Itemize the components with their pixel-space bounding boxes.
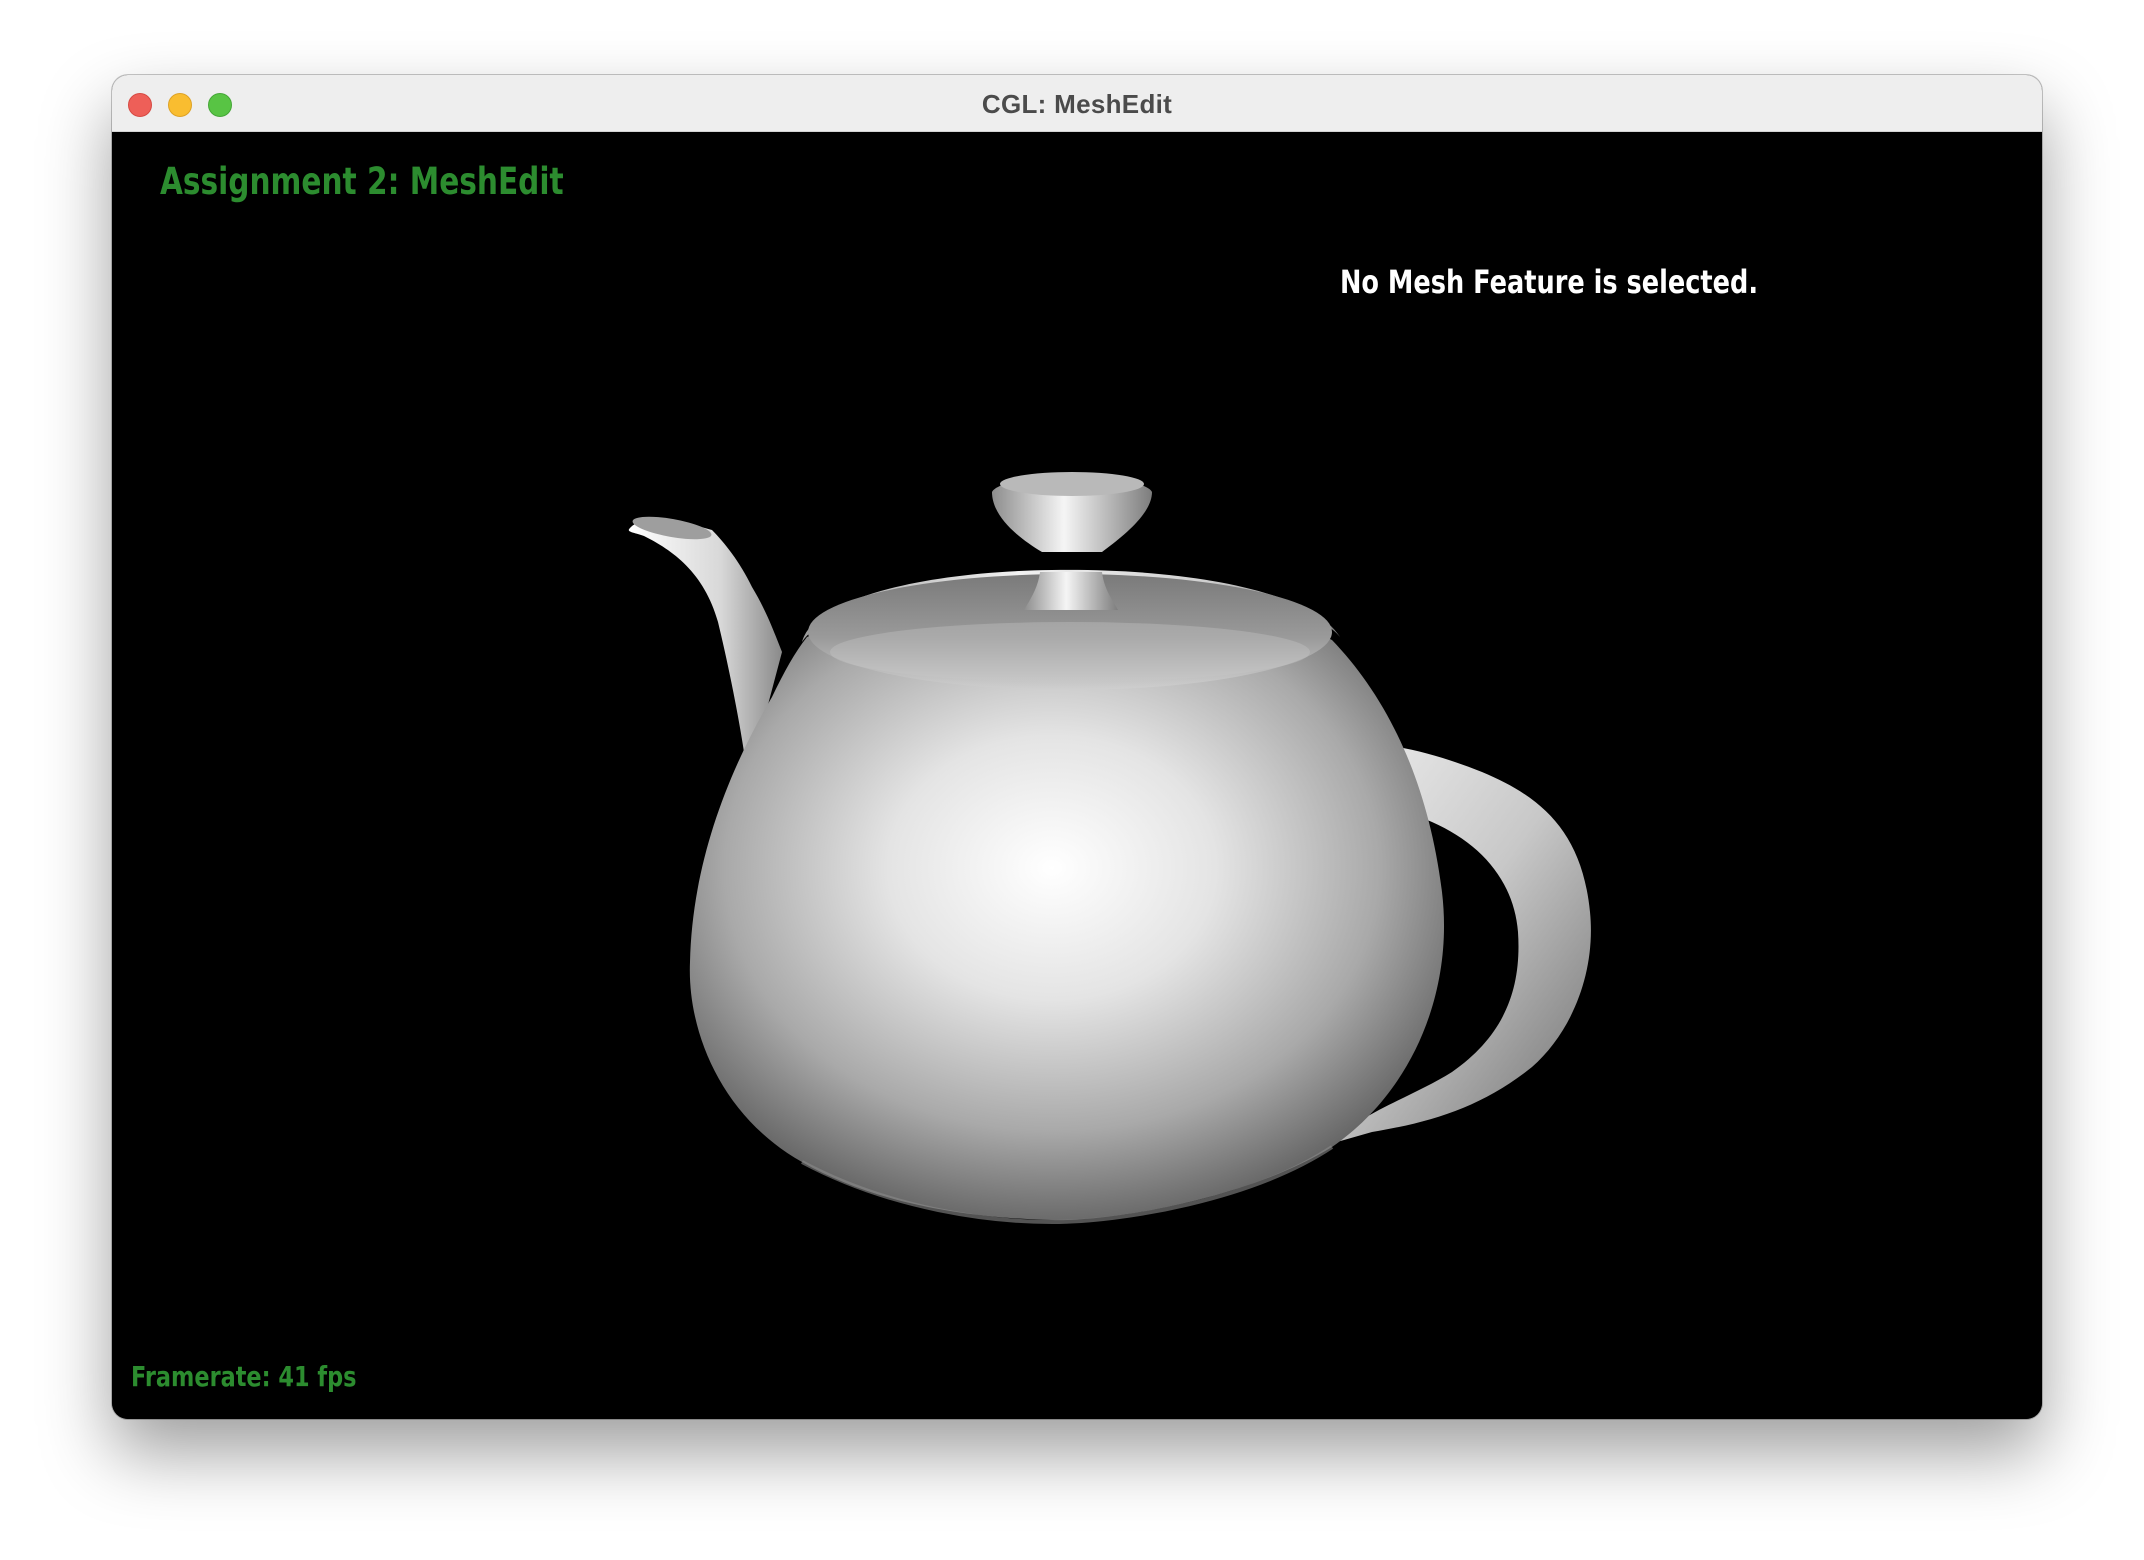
teapot-mesh[interactable] <box>112 132 2042 1419</box>
title-bar[interactable]: CGL: MeshEdit <box>112 75 2042 132</box>
teapot-body <box>689 612 1445 1221</box>
teapot-lid-highlight <box>830 622 1310 682</box>
render-viewport[interactable]: Assignment 2: MeshEdit No Mesh Feature i… <box>112 132 2042 1419</box>
framerate-readout: Framerate: 41 fps <box>131 1360 357 1393</box>
teapot-knob-top <box>1000 472 1144 496</box>
window-title: CGL: MeshEdit <box>981 89 1173 119</box>
assignment-title: Assignment 2: MeshEdit <box>160 160 564 203</box>
app-window: CGL: MeshEdit Assignment 2: MeshEdit No … <box>112 75 2042 1419</box>
selection-status: No Mesh Feature is selected. <box>1340 263 1759 301</box>
